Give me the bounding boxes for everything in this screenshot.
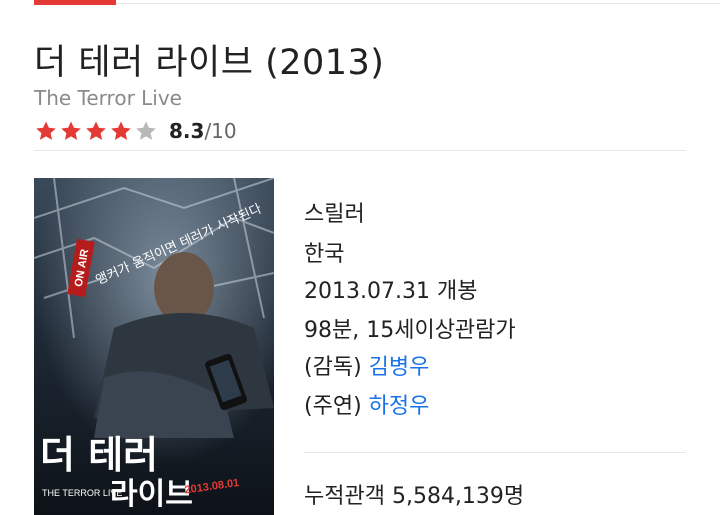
star-filled-icon [86,121,106,140]
star-filled-icon [61,121,81,140]
poster-title-line1: 더 테러 [40,433,158,477]
director-link[interactable]: 김병우 [369,355,430,380]
cast-link[interactable]: 하정우 [369,394,430,419]
star-empty-icon [136,121,156,140]
cast-row: (주연) 하정우 [304,388,429,420]
info-divider [304,452,686,453]
box-office: 누적관객 5,584,139명 [304,484,525,509]
release-date: 2013.07.31 개봉 [304,279,478,304]
director-label: (감독) [304,355,362,380]
poster-title-line2: 라이브 [110,477,193,512]
rating: 8.3/10 [34,118,237,144]
director-row: (감독) 김병우 [304,349,429,381]
rating-max: /10 [204,119,237,143]
genre: 스릴러 [304,202,365,227]
top-accent-bar [34,0,116,5]
movie-title: 더 테러 라이브 (2013) [34,43,385,83]
movie-poster[interactable]: ON AIR 앵커가 움직이면 테러가 시작된다 더 테러 라이브 THE TE… [34,178,274,515]
runtime-rating: 98분, 15세이상관람가 [304,318,516,343]
star-filled-icon [36,121,56,140]
rating-score: 8.3 [169,119,205,143]
rating-stars [34,119,159,143]
poster-image: ON AIR 앵커가 움직이면 테러가 시작된다 더 테러 라이브 THE TE… [34,178,274,515]
header-divider [34,150,686,151]
top-divider [116,3,720,4]
star-filled-icon [111,121,131,140]
country: 한국 [304,242,345,267]
movie-original-title: The Terror Live [34,86,182,110]
poster-small-text: THE TERROR LIVE [42,488,122,498]
cast-label: (주연) [304,394,362,419]
